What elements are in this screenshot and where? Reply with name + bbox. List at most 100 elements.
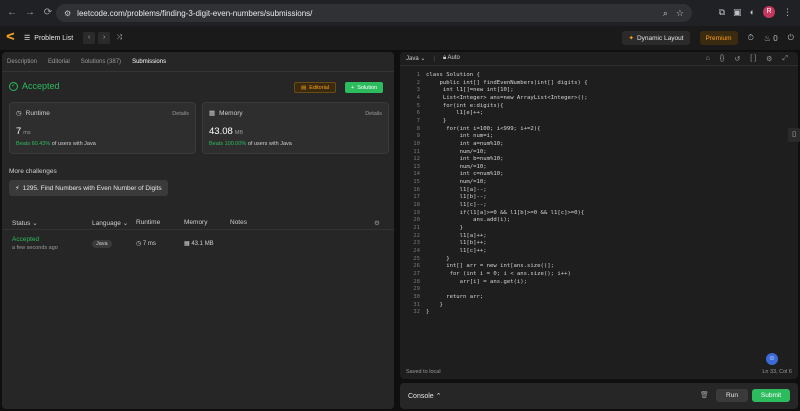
code-line[interactable]: l1[b]--; <box>426 194 487 200</box>
console-toggle[interactable]: Console ⌃ <box>408 392 442 400</box>
settings-gear-icon[interactable]: ⚙ <box>374 219 380 227</box>
zoom-icon[interactable]: ⌕ <box>663 8 668 19</box>
tab-editorial[interactable]: Editorial <box>48 59 70 65</box>
extensions-icon[interactable]: ⧉ <box>719 7 725 18</box>
code-line[interactable]: l1[c]--; <box>426 202 487 208</box>
code-line[interactable]: class Solution { <box>426 72 480 78</box>
submit-button[interactable]: Submit <box>752 389 790 402</box>
reset-icon[interactable]: ↺ <box>734 55 740 63</box>
lightning-icon: ⚡ <box>15 185 20 192</box>
auto-mode[interactable]: 🔒︎ Auto <box>443 55 460 62</box>
code-line[interactable]: ans.add(i); <box>426 217 510 223</box>
tab-solutions[interactable]: Solutions (387) <box>81 59 121 65</box>
code-line[interactable]: if(l1[a]>=0 && l1[b]>=0 && l1[c]>=0){ <box>426 210 585 216</box>
code-line[interactable]: num/=10; <box>426 149 487 155</box>
post-solution-button[interactable]: + Solution <box>345 82 384 93</box>
code-editor-panel: Java ⌄ | 🔒︎ Auto ⌂ {} ↺ [ ] ⚙ ⤢ 1 class S… <box>400 52 798 379</box>
code-line[interactable]: for (int i = 0; i < ans.size(); i++) <box>426 271 571 277</box>
address-bar[interactable]: ⚙ leetcode.com/problems/finding-3-digit-… <box>56 4 692 22</box>
trash-icon[interactable]: 🗑︎ <box>700 391 709 399</box>
shuffle-icon[interactable]: ⤨ <box>113 32 125 44</box>
dynamic-layout-button[interactable]: ✦ Dynamic Layout <box>622 31 690 45</box>
challenge-chip[interactable]: ⚡ 1295. Find Numbers with Even Number of … <box>9 180 168 196</box>
timer-icon[interactable]: ⏱ <box>748 33 754 43</box>
code-line[interactable]: l1[a]++; <box>426 233 487 239</box>
streak-icon[interactable]: ♨ 0 <box>764 34 778 43</box>
bookmark-icon[interactable]: ⌂ <box>705 55 709 63</box>
code-line[interactable]: int c=num%10; <box>426 171 504 177</box>
runtime-details-link[interactable]: Details <box>172 111 189 117</box>
line-number: 1 <box>416 72 420 78</box>
assistant-chat-icon[interactable]: ☺ <box>766 353 778 365</box>
braces-icon[interactable]: {} <box>720 55 725 63</box>
site-info-icon[interactable]: ⚙ <box>64 9 71 18</box>
line-number: 13 <box>413 163 420 170</box>
prev-problem-icon[interactable]: ‹ <box>83 32 96 44</box>
row-runtime: ◷ 7 ms <box>136 241 156 247</box>
line-number: 18 <box>413 202 420 209</box>
memory-card[interactable]: ▦ Memory Details 43.08 MB Beats 100.00% of… <box>202 102 389 154</box>
problem-list-button[interactable]: ☰ Problem List <box>24 34 73 43</box>
code-line[interactable]: l1[b]++; <box>426 240 487 246</box>
sidebar-icon[interactable]: ▣ <box>733 7 742 18</box>
expand-icon[interactable]: ⤢ <box>782 55 788 63</box>
language-select[interactable]: Java ⌄ <box>406 55 425 62</box>
settings-icon[interactable]: ⚙ <box>766 55 772 63</box>
code-line[interactable]: List<Integer> ans=new ArrayList<Integer>… <box>426 95 588 101</box>
code-line[interactable]: l1[a]--; <box>426 187 487 193</box>
col-status[interactable]: Status ⌄ <box>12 219 38 227</box>
power-icon[interactable]: ⏻ <box>788 33 794 43</box>
code-line[interactable]: num/=10; <box>426 164 487 170</box>
table-row[interactable]: Accepted a few seconds ago Java ◷ 7 ms ▦… <box>2 234 394 256</box>
code-line[interactable]: l1[c]++; <box>426 248 487 254</box>
line-number: 24 <box>413 247 420 254</box>
code-line[interactable]: int a=num%10; <box>426 141 504 147</box>
chevron-down-icon: ⌄ <box>420 56 426 62</box>
code-line[interactable]: } <box>426 256 449 262</box>
memory-details-link[interactable]: Details <box>365 111 382 117</box>
code-line[interactable]: int l1[]=new int[10]; <box>426 87 514 93</box>
code-line[interactable]: l1[e]++; <box>426 110 483 116</box>
premium-button[interactable]: Premium <box>699 31 738 45</box>
profile-avatar[interactable]: R <box>763 6 775 18</box>
code-line[interactable]: for(int e:digits){ <box>426 103 504 109</box>
line-number: 2 <box>416 79 420 86</box>
next-problem-icon[interactable]: › <box>98 32 111 44</box>
code-line[interactable]: for(int i=100; i<999; i+=2){ <box>426 126 540 132</box>
line-number: 8 <box>416 125 420 132</box>
code-line[interactable]: int[] arr = new int[ans.size()]; <box>426 263 554 269</box>
row-status[interactable]: Accepted <box>12 236 39 243</box>
tab-search-icon[interactable]: ◐ <box>750 7 755 17</box>
forward-icon[interactable]: → <box>24 7 36 19</box>
menu-icon[interactable]: ⋮ <box>783 7 792 18</box>
editorial-button[interactable]: ▤ Editorial <box>294 82 337 93</box>
run-button[interactable]: Run <box>716 389 748 402</box>
line-number: 10 <box>413 140 420 147</box>
line-number: 4 <box>416 94 420 101</box>
bookmark-star-icon[interactable]: ☆ <box>676 8 684 19</box>
notes-icon[interactable]: ▯ <box>788 128 800 142</box>
code-line[interactable]: arr[i] = ans.get(i); <box>426 279 527 285</box>
code-line[interactable]: num/=10; <box>426 179 487 185</box>
col-language[interactable]: Language ⌄ <box>92 219 128 227</box>
code-line[interactable]: public int[] findEvenNumbers(int[] digit… <box>426 80 587 86</box>
code-line[interactable]: } <box>426 302 442 308</box>
tab-description[interactable]: Description <box>7 59 37 65</box>
col-memory: Memory <box>184 219 208 226</box>
col-notes: Notes <box>230 219 247 226</box>
code-line[interactable]: } <box>426 225 463 231</box>
code-line[interactable]: return arr; <box>426 294 483 300</box>
code-line[interactable]: } <box>426 118 446 124</box>
code-line[interactable]: } <box>426 309 429 315</box>
back-icon[interactable]: ← <box>6 7 18 19</box>
row-language-badge: Java <box>92 240 112 248</box>
reload-icon[interactable]: ⟳ <box>42 7 54 19</box>
leetcode-logo-icon[interactable]: ᐸ <box>6 32 16 44</box>
line-number: 30 <box>413 293 420 300</box>
code-line[interactable]: int num=i; <box>426 133 494 139</box>
tab-submissions[interactable]: Submissions <box>132 59 166 65</box>
brackets-icon[interactable]: [ ] <box>750 55 756 63</box>
code-line[interactable]: int b=num%10; <box>426 156 504 162</box>
line-number: 27 <box>413 270 420 277</box>
runtime-card[interactable]: ◷ Runtime Details 7 ms Beats 60.43% of use… <box>9 102 196 154</box>
